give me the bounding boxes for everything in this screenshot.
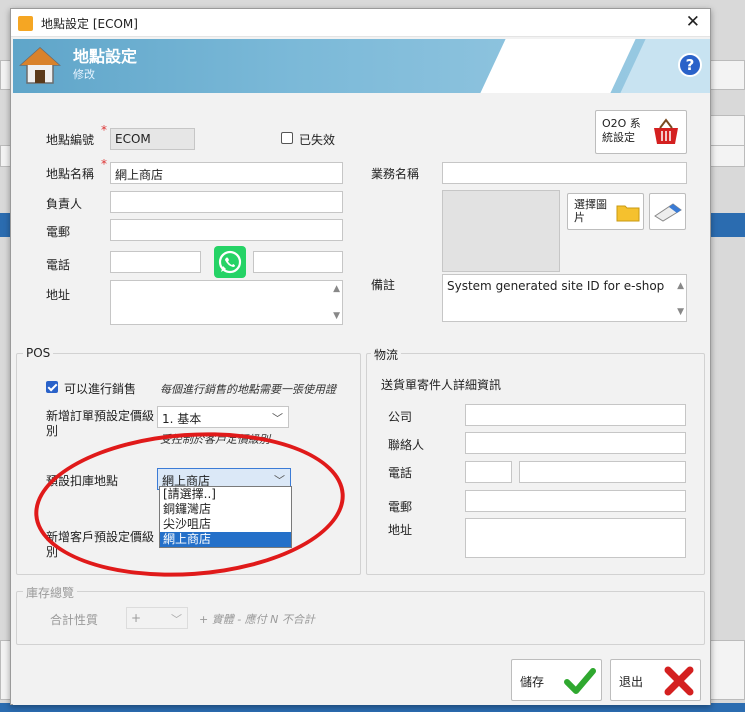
scroll-up-icon[interactable]: ▲: [677, 281, 684, 291]
email-label: 電郵: [46, 225, 71, 239]
manager-label: 負責人: [46, 197, 83, 211]
image-preview: [442, 190, 560, 272]
company-label: 公司: [388, 410, 413, 424]
phone-field[interactable]: [110, 251, 201, 273]
logistics-phone-code-field[interactable]: [465, 461, 512, 483]
select-image-button[interactable]: 選擇圖片: [567, 193, 644, 230]
address-field[interactable]: ▲ ▼: [110, 280, 343, 325]
banner-subtitle: 修改: [73, 68, 95, 81]
pos-group-title: POS: [23, 346, 54, 360]
o2o-settings-button[interactable]: O2O 系統設定: [595, 110, 687, 154]
manager-field[interactable]: [110, 191, 343, 213]
clear-image-button[interactable]: [649, 193, 686, 230]
save-button[interactable]: 儲存: [511, 659, 602, 701]
can-sell-checkbox[interactable]: [46, 381, 58, 393]
o2o-button-label: O2O 系統設定: [602, 117, 641, 144]
stock-group-title: 庫存總覽: [23, 584, 78, 601]
code-label: 地點編號: [46, 133, 95, 147]
lost-checkbox[interactable]: [281, 132, 293, 144]
banner-title: 地點設定: [73, 47, 138, 66]
exit-button-label: 退出: [619, 675, 644, 689]
name-label: 地點名稱: [46, 167, 95, 181]
chevron-down-icon: ﹀: [171, 613, 182, 626]
app-icon: [18, 16, 33, 31]
eraser-icon: [654, 203, 682, 222]
address-label: 地址: [46, 288, 71, 302]
title-bar: 地點設定 [ECOM] ✕: [11, 9, 710, 37]
total-note: + 實體 - 應付 N 不合計: [199, 613, 315, 626]
contact-field[interactable]: [465, 432, 686, 454]
banner-decoration: [480, 39, 636, 93]
logistics-phone-field[interactable]: [519, 461, 686, 483]
order-price-select[interactable]: 1. 基本 ﹀: [157, 406, 289, 428]
logistics-phone-label: 電話: [388, 466, 413, 480]
email-field[interactable]: [110, 219, 343, 241]
total-label: 合計性質: [50, 613, 99, 627]
logistics-address-label: 地址: [388, 523, 413, 537]
house-icon: [19, 46, 61, 84]
required-marker: *: [101, 123, 107, 137]
dialog-content: 地點編號 * ECOM 已失效 O2O 系統設定 地點名稱 * 網上商店 業務名…: [13, 93, 710, 705]
remark-field[interactable]: System generated site ID for e-shop ▲ ▼: [442, 274, 687, 322]
remark-label: 備註: [371, 278, 396, 292]
order-price-label: 新增訂單預設定價級別: [46, 409, 155, 438]
chevron-down-icon: ﹀: [272, 412, 283, 425]
basket-icon: [654, 118, 678, 144]
check-icon: [564, 668, 596, 694]
scroll-up-icon[interactable]: ▲: [333, 284, 340, 294]
folder-icon: [616, 205, 640, 222]
logistics-group-title: 物流: [371, 346, 402, 363]
remark-text: System generated site ID for e-shop: [447, 279, 665, 293]
business-name-field[interactable]: [442, 162, 687, 184]
total-value: +: [131, 611, 142, 625]
scroll-down-icon[interactable]: ▼: [333, 311, 340, 321]
sender-label: 送貨單寄件人詳細資訊: [381, 378, 502, 392]
code-field: ECOM: [110, 128, 195, 150]
save-button-label: 儲存: [520, 675, 545, 689]
exit-button[interactable]: 退出: [610, 659, 701, 701]
lost-label: 已失效: [299, 133, 336, 147]
window-title: 地點設定 [ECOM]: [41, 17, 138, 31]
order-price-value: 1. 基本: [162, 412, 202, 426]
logistics-email-field[interactable]: [465, 490, 686, 512]
required-marker: *: [101, 157, 107, 171]
name-field[interactable]: 網上商店: [110, 162, 343, 184]
close-icon[interactable]: ✕: [686, 12, 700, 32]
whatsapp-field[interactable]: [253, 251, 343, 273]
scroll-down-icon[interactable]: ▼: [677, 307, 684, 317]
phone-label: 電話: [46, 258, 71, 272]
whatsapp-icon[interactable]: [214, 246, 246, 278]
select-image-label: 選擇圖片: [574, 198, 607, 224]
cross-icon: [664, 666, 694, 696]
can-sell-label: 可以進行銷售: [64, 382, 137, 396]
contact-label: 聯絡人: [388, 438, 425, 452]
stock-group: [16, 591, 705, 645]
total-select[interactable]: + ﹀: [126, 607, 188, 629]
header-banner: 地點設定 修改 ?: [13, 39, 710, 93]
company-field[interactable]: [465, 404, 686, 426]
help-icon[interactable]: ?: [678, 53, 702, 77]
site-settings-dialog: 地點設定 [ECOM] ✕ 地點設定 修改 ? 地點編號 * ECOM 已失效 …: [10, 8, 711, 705]
logistics-email-label: 電郵: [388, 500, 413, 514]
can-sell-note: 每個進行銷售的地點需要一張使用證: [160, 383, 336, 396]
business-name-label: 業務名稱: [371, 167, 420, 181]
logistics-address-field[interactable]: [465, 518, 686, 558]
